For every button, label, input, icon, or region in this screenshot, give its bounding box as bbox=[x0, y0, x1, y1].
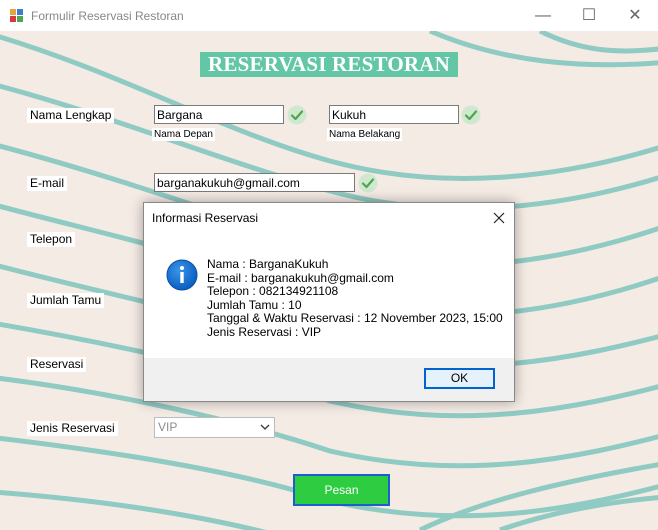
jenis-reservasi-select[interactable]: VIP bbox=[154, 417, 275, 438]
dialog-message: Nama : BarganaKukuh E-mail : barganakuku… bbox=[207, 257, 503, 339]
jenis-reservasi-value: VIP bbox=[158, 420, 178, 434]
dialog-line-jumlah: Jumlah Tamu : 10 bbox=[207, 297, 302, 312]
chevron-down-icon bbox=[260, 424, 270, 430]
email-label: E-mail bbox=[27, 176, 68, 191]
dialog-line-email: E-mail : barganakukuh@gmail.com bbox=[207, 270, 394, 285]
info-dialog: Informasi Reservasi Nama : BarganaKukuh … bbox=[143, 202, 515, 402]
window-title: Formulir Reservasi Restoran bbox=[31, 9, 184, 23]
dialog-line-tanggal: Tanggal & Waktu Reservasi : 12 November … bbox=[207, 311, 503, 325]
check-circle-icon bbox=[287, 105, 307, 125]
jenis-reservasi-label: Jenis Reservasi bbox=[27, 421, 118, 436]
ok-button[interactable]: OK bbox=[424, 368, 495, 389]
dialog-line-nama: Nama : BarganaKukuh bbox=[207, 257, 329, 271]
title-bar: Formulir Reservasi Restoran — ☐ ✕ bbox=[0, 0, 658, 31]
page-heading: RESERVASI RESTORAN bbox=[200, 52, 458, 77]
dialog-title: Informasi Reservasi bbox=[152, 211, 259, 225]
dialog-line-telepon: Telepon : 082134921108 bbox=[207, 284, 339, 298]
close-button[interactable]: ✕ bbox=[612, 0, 658, 31]
dialog-close-icon[interactable] bbox=[484, 203, 514, 233]
check-circle-icon bbox=[358, 173, 378, 193]
jumlah-tamu-label: Jumlah Tamu bbox=[27, 293, 105, 308]
last-name-caption: Nama Belakang bbox=[327, 128, 403, 141]
dialog-footer: OK bbox=[144, 358, 514, 401]
email-input[interactable]: barganakukuh@gmail.com bbox=[154, 173, 355, 192]
check-circle-icon bbox=[461, 105, 481, 125]
telepon-label: Telepon bbox=[27, 232, 76, 247]
app-icon bbox=[10, 9, 23, 22]
reservasi-label: Reservasi bbox=[27, 357, 87, 372]
first-name-caption: Nama Depan bbox=[152, 128, 215, 141]
first-name-input[interactable]: Bargana bbox=[154, 105, 284, 124]
dialog-line-jenis: Jenis Reservasi : VIP bbox=[207, 324, 322, 339]
main-window: Formulir Reservasi Restoran — ☐ ✕ RESERV… bbox=[0, 0, 658, 530]
info-icon bbox=[166, 259, 198, 291]
pesan-button[interactable]: Pesan bbox=[293, 474, 390, 506]
minimize-button[interactable]: — bbox=[520, 0, 566, 31]
maximize-button[interactable]: ☐ bbox=[566, 0, 612, 31]
nama-lengkap-label: Nama Lengkap bbox=[27, 108, 115, 123]
last-name-input[interactable]: Kukuh bbox=[329, 105, 459, 124]
